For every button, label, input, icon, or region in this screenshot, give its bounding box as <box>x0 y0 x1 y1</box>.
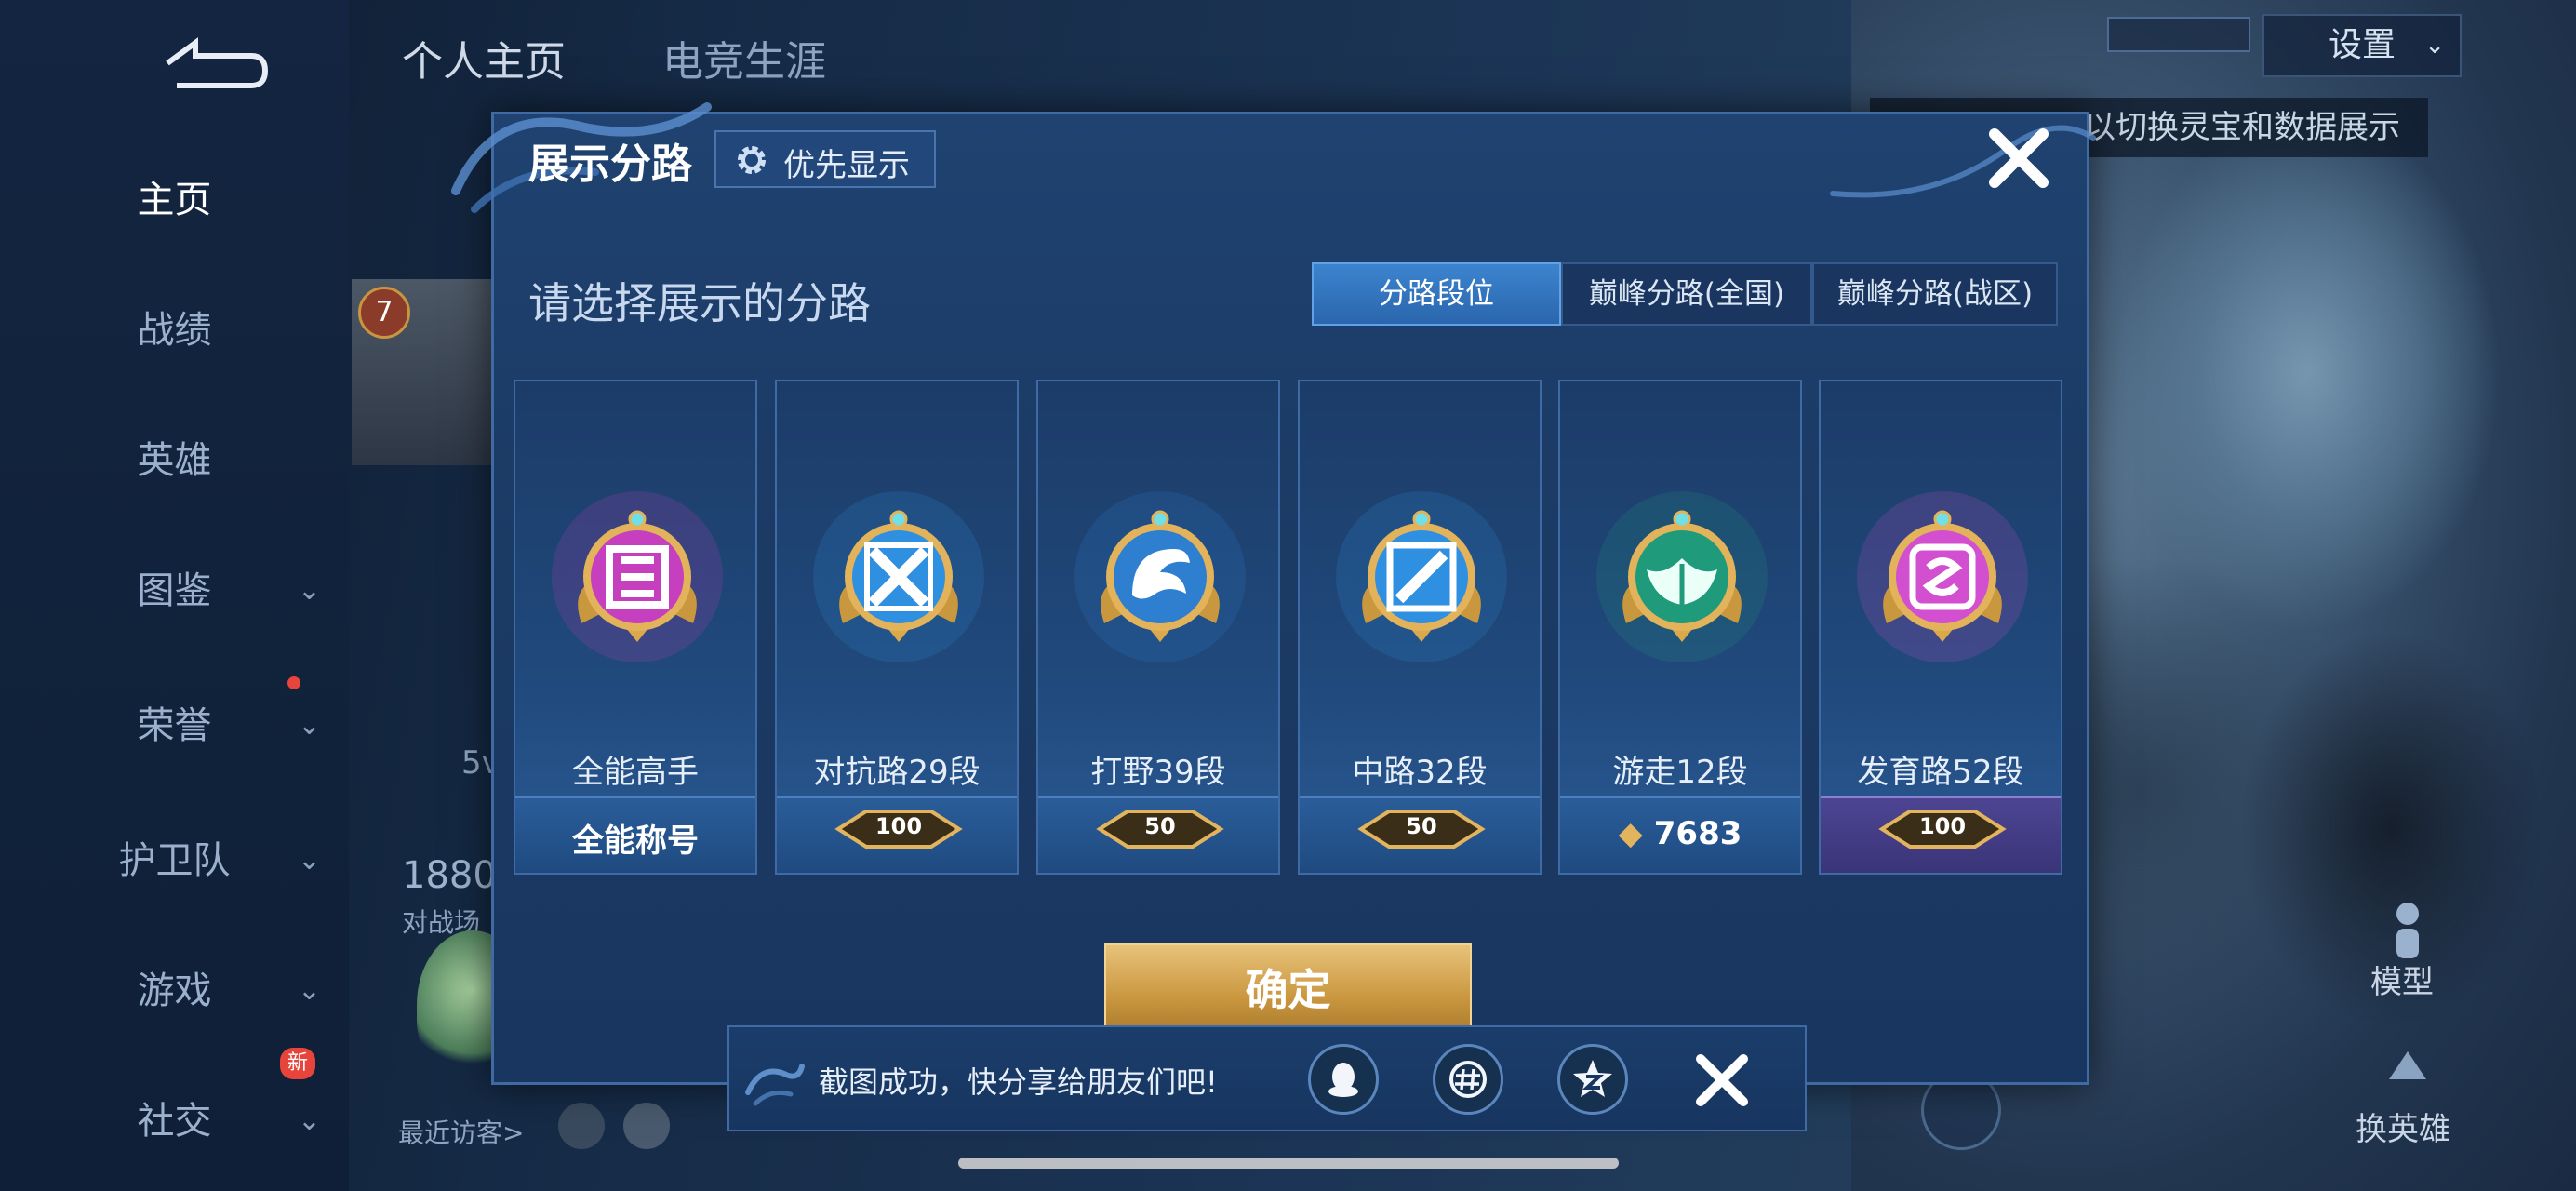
share-hashtag-button[interactable] <box>1433 1044 1503 1115</box>
back-arrow-icon[interactable] <box>158 35 270 91</box>
settings-button[interactable]: 设置 ⌄ <box>2262 14 2462 77</box>
star-count-value: 100 <box>1918 813 1967 839</box>
priority-display-button[interactable]: 优先显示 <box>714 130 936 188</box>
visitor-avatar[interactable] <box>623 1103 670 1149</box>
swirl-decoration <box>1830 125 2096 198</box>
card-footer: 100 <box>1821 796 2061 873</box>
chevron-down-icon: ⌄ <box>2424 32 2445 60</box>
allround-icon <box>552 491 723 662</box>
toast-message: 截图成功，快分享给朋友们吧! <box>819 1064 1218 1100</box>
settings-label: 设置 <box>2328 26 2396 64</box>
card-footer: 50 <box>1300 796 1540 873</box>
lane-card[interactable]: 对抗路29段 100 <box>775 380 1019 875</box>
jungle-dragon-icon <box>1074 491 1246 662</box>
sidebar-item[interactable]: 英雄 <box>0 419 349 502</box>
chevron-down-icon: ⌄ <box>297 974 321 1007</box>
sidebar-item[interactable]: 社交 ⌄ 新 <box>0 1048 349 1163</box>
chevron-down-icon: ⌄ <box>297 844 321 877</box>
score-number: 1880 <box>402 854 497 897</box>
star-count-badge: 50 <box>1352 804 1491 854</box>
sidebar-item[interactable]: 图鉴 ⌄ <box>0 549 349 633</box>
sidebar-item-label: 英雄 <box>137 439 212 482</box>
home-indicator[interactable] <box>958 1158 1619 1169</box>
sidebar-item[interactable]: 主页 <box>0 158 349 242</box>
lane-card[interactable]: 打野39段 50 <box>1036 380 1280 875</box>
swirl-icon <box>745 1064 805 1106</box>
close-icon[interactable] <box>1982 121 2056 195</box>
lane-card[interactable]: 游走12段 ◆ 7683 <box>1558 380 1802 875</box>
tab-esports-career[interactable]: 电竞生涯 <box>662 28 826 87</box>
chevron-down-icon: ⌄ <box>297 709 321 742</box>
level-badge: 7 <box>358 287 410 339</box>
lane-rank-label: 对抗路29段 <box>813 754 981 791</box>
dialog-title: 展示分路 <box>528 141 692 188</box>
sidebar-item[interactable]: 游戏 ⌄ <box>0 949 349 1033</box>
dialog-subtitle: 请选择展示的分路 <box>528 278 871 328</box>
clash-lane-icon <box>813 491 984 662</box>
visitor-avatar[interactable] <box>558 1103 605 1149</box>
sidebar-item[interactable]: 战绩 <box>0 288 349 372</box>
sidebar-item-label: 社交 <box>137 1100 212 1143</box>
star-count-badge: 50 <box>1090 804 1230 854</box>
sidebar-item[interactable]: 护卫队 ⌄ <box>0 819 349 903</box>
gear-icon <box>738 146 766 174</box>
toast-close-icon[interactable] <box>1689 1048 1755 1113</box>
sidebar-item-label: 主页 <box>137 179 212 221</box>
card-footer: ◆ 7683 <box>1560 796 1800 873</box>
notification-dot <box>287 676 300 689</box>
lane-card[interactable]: 全能高手 全能称号 <box>514 380 757 875</box>
card-footer: 100 <box>777 796 1017 873</box>
model-label: 模型 <box>2370 964 2434 1001</box>
star-count-badge: 100 <box>829 804 968 854</box>
card-footer-text: 7683 <box>1653 815 1742 852</box>
sidebar-item-label: 护卫队 <box>118 839 231 882</box>
lane-rank-label: 发育路52段 <box>1857 754 2024 791</box>
star-count-value: 50 <box>1144 813 1176 839</box>
screenshot-toast: 截图成功，快分享给朋友们吧! <box>727 1025 1807 1131</box>
qq-icon <box>1328 1063 1358 1097</box>
mid-lane-icon <box>1336 491 1507 662</box>
sidebar-item-label: 游戏 <box>137 970 212 1012</box>
tab-peak-lane-national[interactable]: 巅峰分路(全国) <box>1561 262 1812 326</box>
peak-points-icon: ◆ <box>1618 815 1643 852</box>
lane-card[interactable]: 发育路52段 100 <box>1819 380 2062 875</box>
sidebar: 主页战绩英雄图鉴 ⌄ 荣誉 ⌄ 护卫队 ⌄ 游戏 ⌄ 社交 ⌄ 新 <box>0 0 349 1191</box>
tab-personal-home[interactable]: 个人主页 <box>402 28 566 87</box>
sidebar-item-label: 战绩 <box>137 309 212 352</box>
tab-lane-rank[interactable]: 分路段位 <box>1312 262 1561 326</box>
star-count-value: 100 <box>874 813 923 839</box>
share-qzone-button[interactable] <box>1557 1044 1628 1115</box>
hashtag-icon <box>1449 1061 1487 1098</box>
star-count-badge: 100 <box>1873 804 2012 854</box>
tab-peak-lane-region[interactable]: 巅峰分路(战区) <box>1812 262 2058 326</box>
roam-wings-icon <box>1596 491 1768 662</box>
new-badge: 新 <box>279 1048 315 1079</box>
card-footer-text: 全能称号 <box>572 823 699 860</box>
lane-rank-label: 中路32段 <box>1352 754 1488 791</box>
card-footer: 全能称号 <box>515 796 755 873</box>
lane-rank-label: 打野39段 <box>1090 754 1226 791</box>
chevron-down-icon: ⌄ <box>297 1104 321 1137</box>
sidebar-item-label: 荣誉 <box>137 704 212 747</box>
hint-text: 以切换灵宝和数据展示 <box>2084 109 2400 146</box>
share-qq-button[interactable] <box>1308 1044 1379 1115</box>
sidebar-item-label: 图鉴 <box>137 569 212 612</box>
qzone-icon <box>1573 1060 1612 1097</box>
change-hero-label: 换英雄 <box>2356 1111 2450 1148</box>
card-footer: 50 <box>1038 796 1278 873</box>
swap-icon[interactable] <box>2370 1042 2445 1098</box>
recent-visitors-link[interactable]: 最近访客> <box>398 1113 524 1150</box>
farm-lane-icon <box>1857 491 2028 662</box>
lane-card[interactable]: 中路32段 50 <box>1298 380 1542 875</box>
chevron-down-icon: ⌄ <box>297 574 321 607</box>
season-tag <box>2107 17 2250 52</box>
confirm-button[interactable]: 确定 <box>1104 943 1472 1037</box>
lane-rank-label: 游走12段 <box>1612 754 1748 791</box>
star-count-value: 50 <box>1406 813 1437 839</box>
lane-rank-label: 全能高手 <box>572 754 699 791</box>
priority-display-label: 优先显示 <box>783 147 910 184</box>
sidebar-item[interactable]: 荣誉 ⌄ <box>0 676 349 768</box>
